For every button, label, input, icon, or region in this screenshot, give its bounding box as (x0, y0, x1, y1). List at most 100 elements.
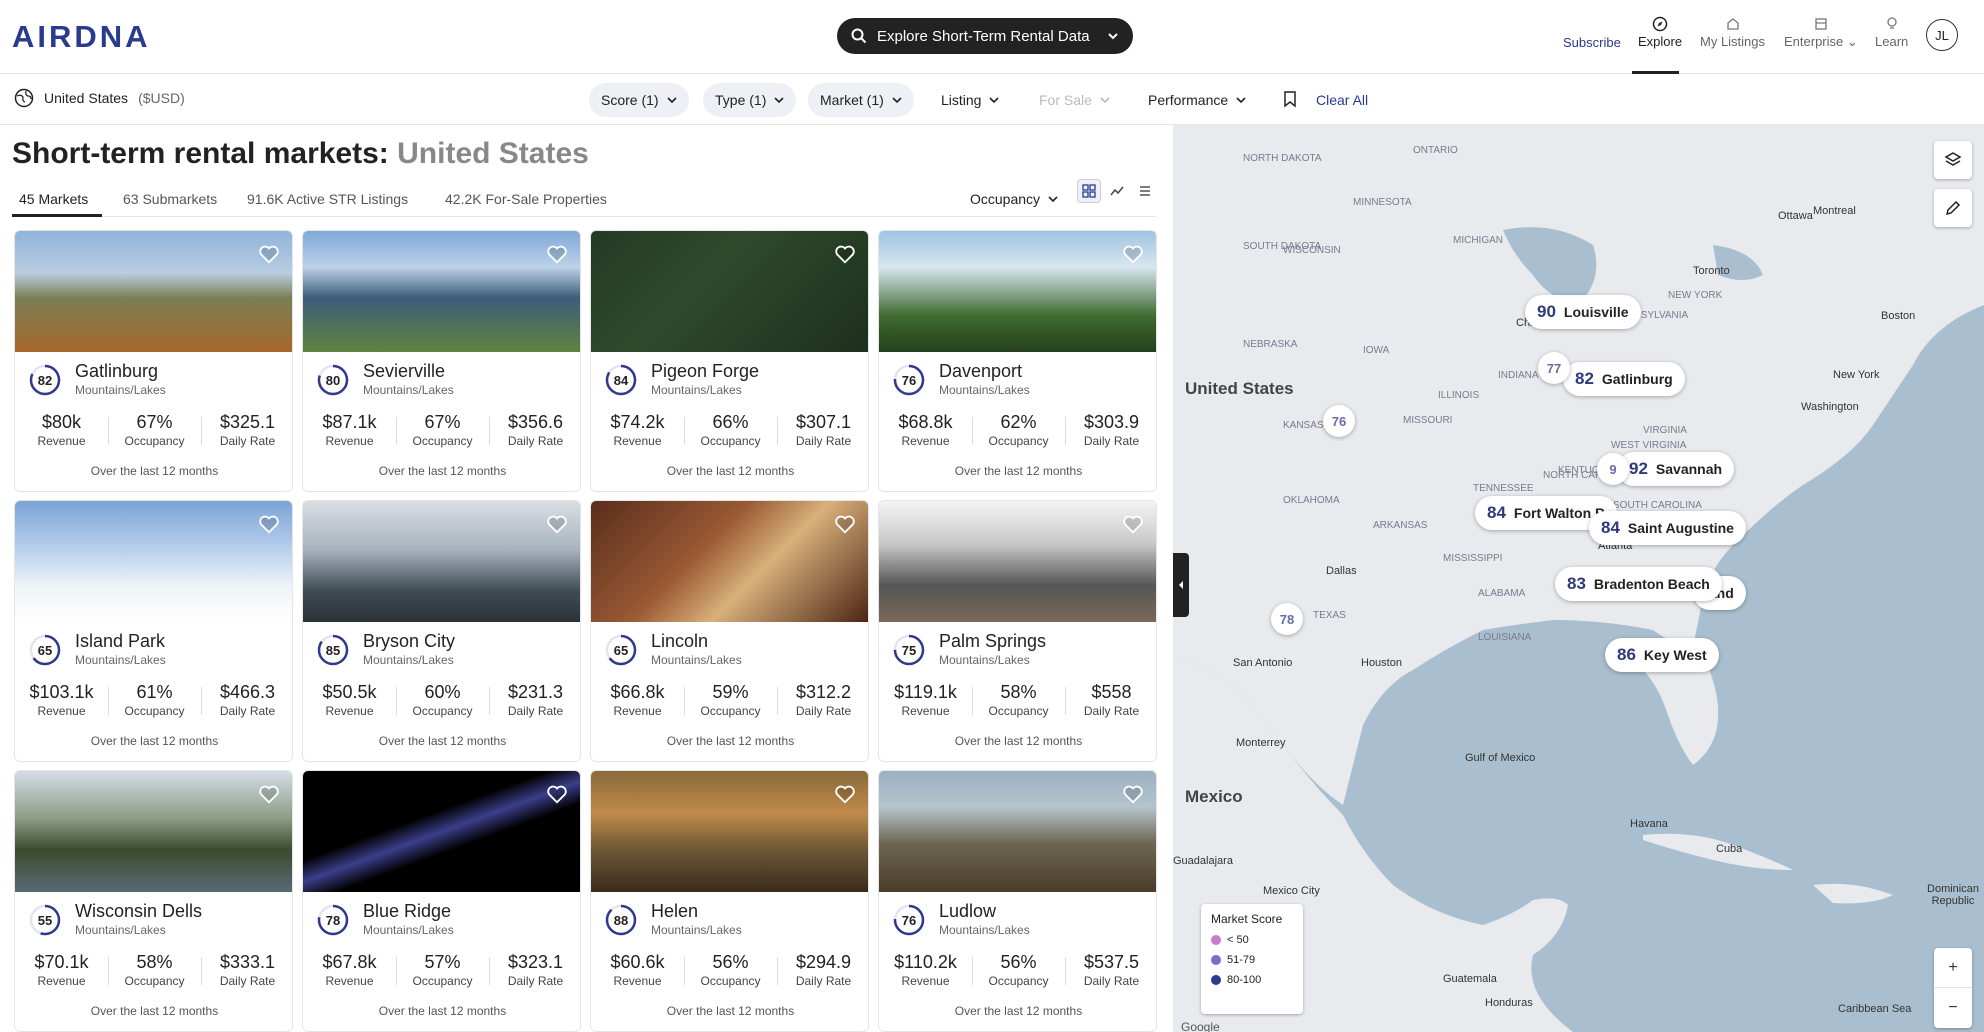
occupancy-value: 67% (424, 412, 461, 432)
map-attribution: Google (1181, 1020, 1220, 1032)
daily-rate-stat: $294.9 Daily Rate (777, 951, 868, 991)
tab-active-listings[interactable]: 91.6K Active STR Listings (247, 191, 408, 207)
map-state-label: ALABAMA (1478, 588, 1526, 599)
nav-learn-label: Learn (1875, 34, 1909, 49)
market-card[interactable]: 55 Wisconsin Dells Mountains/Lakes $70.1… (14, 770, 293, 1032)
occupancy-value: 66% (712, 412, 749, 432)
market-score-badge: 55 (29, 904, 61, 936)
map-state-label: OKLAHOMA (1283, 495, 1340, 506)
filter-market[interactable]: Market (1) (808, 83, 914, 117)
occupancy-stat: 67% Occupancy (396, 411, 489, 451)
heart-icon[interactable] (834, 783, 856, 805)
subscribe-link[interactable]: Subscribe (1563, 35, 1621, 50)
market-card[interactable]: 84 Pigeon Forge Mountains/Lakes $74.2k Re… (590, 230, 869, 492)
grid-view-button[interactable] (1077, 179, 1101, 203)
zoom-in-button[interactable]: + (1934, 948, 1972, 988)
market-score-badge: 75 (893, 634, 925, 666)
chevron-down-icon (1236, 97, 1246, 104)
filter-type[interactable]: Type (1) (703, 83, 797, 117)
heart-icon[interactable] (1122, 783, 1144, 805)
market-name: Pigeon Forge (651, 361, 760, 381)
region-selector[interactable]: United States ($USD) (14, 88, 185, 108)
heart-icon[interactable] (546, 513, 568, 535)
nav-explore-label: Explore (1638, 34, 1683, 49)
occupancy-value: 61% (136, 682, 173, 702)
occupancy-label: Occupancy (988, 434, 1049, 448)
heart-icon[interactable] (834, 243, 856, 265)
tab-markets[interactable]: 45 Markets (19, 191, 88, 207)
market-card[interactable]: 88 Helen Mountains/Lakes $60.6k Revenue 5… (590, 770, 869, 1032)
heart-icon[interactable] (546, 783, 568, 805)
market-map[interactable]: United States Mexico Cuba Guatemala Hond… (1173, 125, 1984, 1032)
market-card[interactable]: 82 Gatlinburg Mountains/Lakes $80k Revenu… (14, 230, 293, 492)
map-pin-name: Gatlinburg (1601, 371, 1673, 387)
daily-rate-label: Daily Rate (507, 434, 564, 448)
market-card[interactable]: 80 Sevierville Mountains/Lakes $87.1k Rev… (302, 230, 581, 492)
list-view-button[interactable] (1133, 179, 1157, 203)
user-avatar[interactable]: JL (1926, 19, 1958, 51)
map-city-label: Washington (1801, 401, 1859, 413)
map-market-pin[interactable]: 92 Savannah (1617, 452, 1735, 486)
stats-period: Over the last 12 months (90, 734, 219, 748)
map-market-pin[interactable]: 82 Gatlinburg (1563, 362, 1685, 396)
list-icon (1140, 186, 1150, 196)
revenue-value: $68.8k (898, 412, 953, 432)
heart-icon[interactable] (258, 783, 280, 805)
map-market-pin[interactable]: 84 Saint Augustine (1589, 511, 1746, 545)
occupancy-stat: 61% Occupancy (108, 681, 201, 721)
occupancy-stat: 66% Occupancy (684, 411, 777, 451)
market-card[interactable]: 85 Bryson City Mountains/Lakes $50.5k Rev… (302, 500, 581, 762)
tab-for-sale[interactable]: 42.2K For-Sale Properties (445, 191, 607, 207)
nav-explore[interactable]: Explore (1638, 16, 1682, 49)
filter-listing[interactable]: Listing (929, 83, 1011, 117)
heart-icon[interactable] (258, 513, 280, 535)
nav-enterprise[interactable]: Enterprise ⌄ (1784, 16, 1858, 50)
map-small-pin[interactable]: 77 (1538, 352, 1570, 384)
heart-icon[interactable] (546, 243, 568, 265)
map-small-pin[interactable]: 76 (1323, 405, 1355, 437)
home-icon (1726, 18, 1739, 30)
clear-all-link[interactable]: Clear All (1316, 92, 1368, 108)
nav-my-listings[interactable]: My Listings (1700, 16, 1765, 49)
explore-data-button[interactable]: Explore Short-Term Rental Data (837, 18, 1133, 54)
market-score-badge: 88 (605, 904, 637, 936)
bookmark-icon[interactable] (1282, 90, 1298, 108)
market-score-value: 82 (37, 372, 53, 388)
chevron-down-icon (1108, 33, 1118, 40)
market-card[interactable]: 75 Palm Springs Mountains/Lakes $119.1k R… (878, 500, 1157, 762)
map-market-pin[interactable]: 90 Louisville (1525, 295, 1641, 329)
sort-select[interactable]: Occupancy (970, 191, 1058, 207)
airdna-logo[interactable]: AIRDNA (12, 18, 187, 52)
market-card[interactable]: 78 Blue Ridge Mountains/Lakes $67.8k Reve… (302, 770, 581, 1032)
chart-view-button[interactable] (1105, 179, 1129, 203)
nav-learn[interactable]: Learn (1875, 16, 1908, 49)
tab-submarkets[interactable]: 63 Submarkets (123, 191, 217, 207)
filter-performance[interactable]: Performance (1136, 83, 1258, 117)
map-small-pin[interactable]: 78 (1271, 603, 1303, 635)
zoom-out-button[interactable]: − (1934, 988, 1972, 1028)
occupancy-stat: 58% Occupancy (108, 951, 201, 991)
heart-icon[interactable] (834, 513, 856, 535)
revenue-label: Revenue (901, 974, 950, 988)
market-card[interactable]: 65 Island Park Mountains/Lakes $103.1k Re… (14, 500, 293, 762)
market-score-value: 80 (325, 372, 341, 388)
map-market-pin[interactable]: 86 Key West (1605, 638, 1719, 672)
map-small-pin[interactable]: 9 (1597, 453, 1629, 485)
map-market-pin[interactable]: 83 Bradenton Beach (1555, 567, 1722, 601)
layers-button[interactable] (1934, 141, 1972, 179)
filter-score[interactable]: Score (1) (589, 83, 689, 117)
map-pin-score: 83 (1567, 574, 1586, 593)
market-card[interactable]: 76 Davenport Mountains/Lakes $68.8k Reven… (878, 230, 1157, 492)
heart-icon[interactable] (258, 243, 280, 265)
collapse-map-button[interactable] (1173, 553, 1189, 617)
heart-icon[interactable] (1122, 243, 1144, 265)
heart-icon[interactable] (1122, 513, 1144, 535)
daily-rate-value: $537.5 (1083, 952, 1140, 972)
active-nav-indicator (1632, 71, 1679, 74)
occupancy-label: Occupancy (412, 704, 473, 718)
draw-button[interactable] (1934, 189, 1972, 227)
daily-rate-label: Daily Rate (1083, 974, 1140, 988)
market-card[interactable]: 76 Ludlow Mountains/Lakes $110.2k Revenue… (878, 770, 1157, 1032)
market-card[interactable]: 65 Lincoln Mountains/Lakes $66.8k Revenue… (590, 500, 869, 762)
market-stats: $110.2k Revenue 56% Occupancy $537.5 Daily … (879, 951, 1156, 991)
